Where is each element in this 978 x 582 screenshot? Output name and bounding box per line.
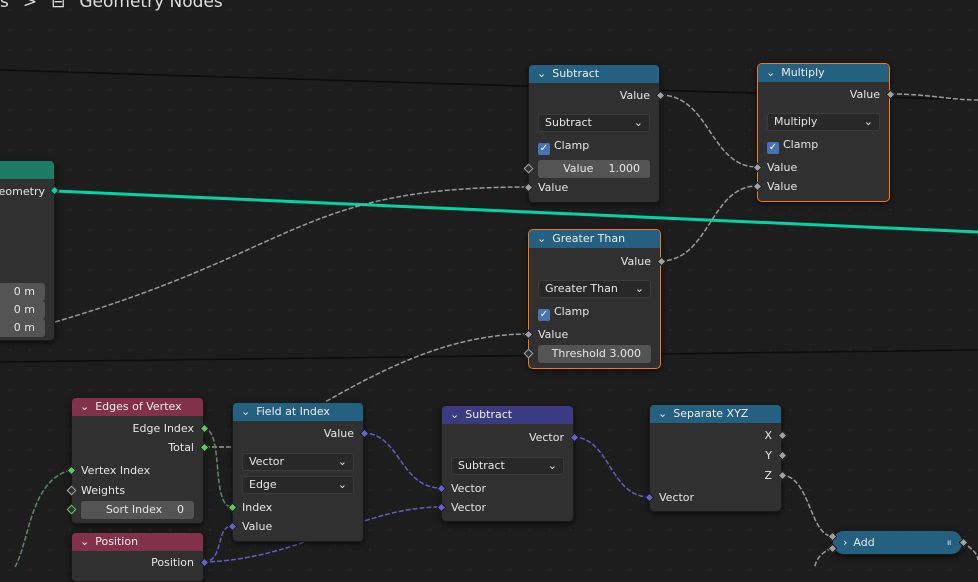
chevron-down-icon[interactable]: ⌄ (80, 533, 89, 551)
node-title: Add (853, 536, 875, 549)
node-header[interactable]: ⌄ Subtract (442, 406, 573, 424)
z-output-label: Z (764, 469, 772, 482)
wire (14, 469, 72, 567)
vector-output-label: Vector (528, 431, 564, 444)
wire (659, 94, 758, 168)
operation-dropdown[interactable]: Multiply ⌄ (767, 113, 880, 131)
node-header[interactable]: ⌄ Separate XYZ (650, 405, 781, 423)
weights-input-label: Weights (81, 484, 126, 497)
chevron-down-icon: ⌄ (863, 115, 873, 128)
operation-dropdown[interactable]: Greater Than ⌄ (538, 280, 651, 298)
wire (780, 474, 833, 537)
vector-input-label: Vector (451, 501, 487, 514)
geometry-output-label: Geometry (0, 185, 45, 198)
vector-input-label: Vector (659, 491, 695, 504)
vector-input-label: Vector (451, 482, 487, 495)
vector-subtract-node[interactable]: ⌄ Subtract Vector Subtract ⌄ Vector Vector (436, 405, 580, 522)
wire (659, 185, 758, 262)
wire (54, 186, 529, 323)
wire (572, 436, 650, 498)
value-input-label: Value (538, 181, 569, 194)
frame-edge (0, 349, 978, 363)
domain-dropdown[interactable]: Edge ⌄ (242, 476, 354, 494)
chevron-down-icon[interactable]: ⌄ (537, 230, 546, 248)
multiply-node[interactable]: ⌄ Multiply Value Multiply ⌄ ✓ Clamp Value V… (752, 63, 896, 202)
threshold-field[interactable]: Threshold 3.000 (538, 345, 651, 363)
check-icon: ✓ (767, 142, 779, 154)
value-output-label: Value (849, 88, 880, 101)
x-output-label: X (764, 429, 772, 442)
position-node[interactable]: ⌄ Position Position (71, 532, 210, 582)
edge-index-output-label: Edge Index (132, 422, 194, 435)
chevron-down-icon: ⌄ (337, 478, 347, 491)
node-header[interactable]: ⌄ Greater Than (529, 230, 660, 248)
chevron-right-icon[interactable]: › (843, 531, 847, 554)
operation-dropdown[interactable]: Subtract ⌄ (538, 114, 650, 132)
hidden-sockets-icon: ⏸ (946, 536, 953, 549)
sort-index-field[interactable]: Sort Index 0 (81, 501, 194, 519)
wire (202, 427, 233, 508)
chevron-down-icon[interactable]: ⌄ (766, 64, 775, 82)
chevron-down-icon: ⌄ (634, 282, 644, 295)
value-output-label: Value (619, 89, 650, 102)
index-input-label: Index (242, 501, 273, 514)
field-at-index-node[interactable]: ⌄ Field at Index Value Vector ⌄ Edge ⌄ Inde… (227, 402, 370, 542)
value-input-label: Value (538, 328, 569, 341)
value-output-label: Value (620, 255, 651, 268)
wire (362, 432, 442, 489)
separate-xyz-node[interactable]: ⌄ Separate XYZ X Y Z Vector (644, 404, 788, 512)
total-output-label: Total (168, 441, 194, 454)
chevron-down-icon: ⌄ (633, 116, 643, 129)
check-icon: ✓ (538, 309, 550, 321)
chevron-down-icon: ⌄ (337, 455, 347, 468)
clamp-checkbox[interactable]: ✓ Clamp (529, 303, 660, 321)
vector-y-field[interactable]: 0 m (0, 301, 45, 319)
node-header[interactable]: ⌄ Subtract (529, 65, 659, 83)
vertex-index-input-label: Vertex Index (81, 464, 151, 477)
node-header[interactable]: ⌄ Field at Index (233, 403, 363, 421)
chevron-down-icon[interactable]: ⌄ (537, 65, 546, 83)
greater-than-node[interactable]: ⌄ Greater Than Value Greater Than ⌄ ✓ Clamp… (523, 229, 667, 369)
subtract-math-node[interactable]: ⌄ Subtract Value Subtract ⌄ ✓ Clamp Value 1.… (523, 64, 666, 203)
node-header[interactable]: ⌄ Position (72, 533, 203, 551)
add-node-collapsed[interactable]: › Add ⏸ (827, 530, 969, 555)
value-input-label: Value (242, 520, 273, 533)
node-header[interactable]: ⌄ Edges of Vertex (72, 398, 203, 416)
value-input-label: Value (767, 180, 798, 193)
node-header[interactable] (0, 161, 54, 179)
wire (202, 525, 233, 563)
chevron-down-icon[interactable]: ⌄ (80, 398, 89, 416)
edges-of-vertex-node[interactable]: ⌄ Edges of Vertex Edge Index Total Vertex… (66, 397, 210, 524)
vector-z-field[interactable]: 0 m (0, 319, 45, 337)
position-output-label: Position (151, 556, 194, 569)
vector-x-field[interactable]: 0 m (0, 283, 45, 301)
value-output-label: Value (323, 427, 354, 440)
value-field[interactable]: Value 1.000 (538, 160, 650, 178)
node-header[interactable]: ⌄ Multiply (758, 64, 889, 82)
y-output-label: Y (765, 449, 772, 462)
group-input-node[interactable]: Geometry 0 m 0 m 0 m (0, 160, 55, 341)
chevron-down-icon[interactable]: ⌄ (658, 405, 667, 423)
chevron-down-icon[interactable]: ⌄ (450, 406, 459, 424)
check-icon: ✓ (538, 143, 550, 155)
clamp-checkbox[interactable]: ✓ Clamp (529, 137, 659, 155)
clamp-checkbox[interactable]: ✓ Clamp (758, 136, 889, 154)
data-type-dropdown[interactable]: Vector ⌄ (242, 453, 354, 471)
value-input-label: Value (767, 161, 798, 174)
chevron-down-icon: ⌄ (547, 459, 557, 472)
chevron-down-icon[interactable]: ⌄ (241, 403, 250, 421)
operation-dropdown[interactable]: Subtract ⌄ (451, 457, 564, 475)
